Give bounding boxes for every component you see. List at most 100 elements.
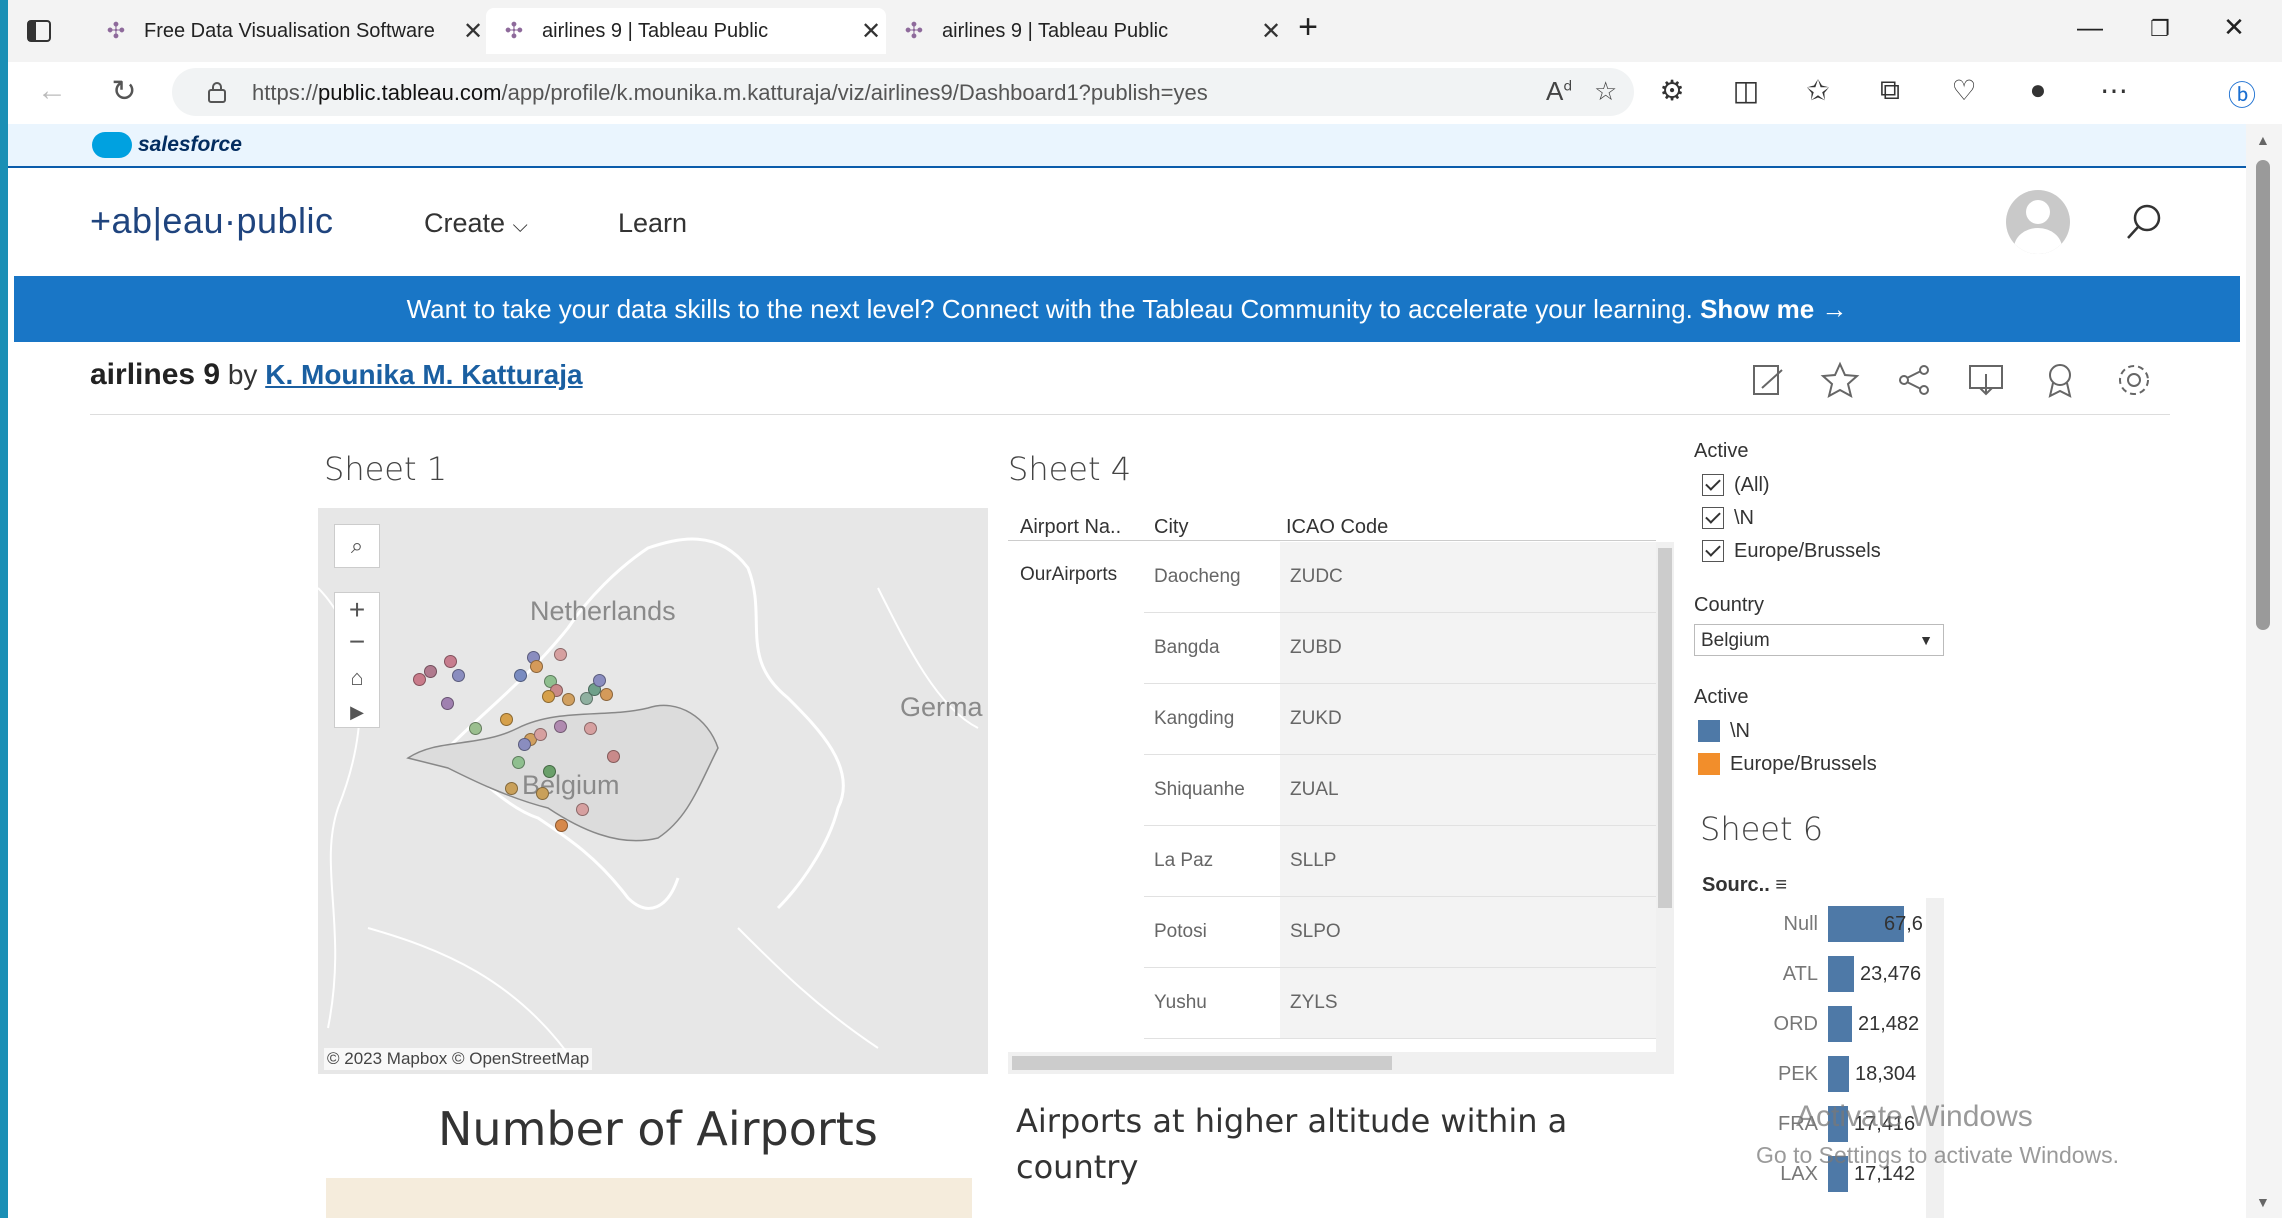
search-icon[interactable] [2124,202,2164,242]
table-row[interactable]: Bangda ZUBD [1144,613,1656,684]
browser-essentials-icon[interactable]: ♡ [1944,74,1984,107]
map-airport-point[interactable] [444,655,457,668]
sort-icon[interactable]: ≡ [1775,874,1787,896]
table-row[interactable]: La Paz SLLP [1144,826,1656,897]
sheet6-column-header[interactable]: Sourc.. ≡ [1702,874,1787,897]
bar-mark[interactable] [1828,1056,1849,1092]
table-row[interactable]: Potosi SLPO [1144,897,1656,968]
nav-create[interactable]: Create ⌵ [424,208,528,239]
read-aloud-icon[interactable]: Aⅾ [1546,76,1572,107]
sheet6-vscroll[interactable] [1926,898,1944,1218]
map-airport-point[interactable] [512,756,525,769]
nav-learn[interactable]: Learn [618,208,687,239]
table-vscroll[interactable] [1656,542,1674,1074]
map-airport-point[interactable] [530,660,543,673]
tableau-public-logo[interactable]: +ab|eau·public [90,200,334,242]
back-icon[interactable]: ← [32,74,72,108]
scroll-down-icon[interactable]: ▼ [2256,1194,2270,1210]
salesforce-label[interactable]: salesforce [138,133,242,157]
map-airport-point[interactable] [543,765,556,778]
favorites-icon[interactable]: ✩ [1798,74,1838,107]
scroll-up-icon[interactable]: ▲ [2256,132,2270,148]
map-airport-point[interactable] [518,738,531,751]
vertical-scrollbar[interactable]: ▲ ▼ [2246,124,2282,1218]
map-airport-point[interactable] [607,750,620,763]
map-airport-point[interactable] [514,669,527,682]
checkbox-n[interactable] [1702,507,1724,529]
tab-actions-icon[interactable] [24,16,54,46]
split-screen-icon[interactable]: ◫ [1726,74,1766,107]
favorite-star-icon[interactable] [1820,360,1860,400]
tab-airlines-9[interactable]: ✣ airlines 9 | Tableau Public ✕ [886,8,1286,54]
map-airport-point[interactable] [554,720,567,733]
close-tab-icon[interactable]: ✕ [1256,17,1286,46]
zoom-in-icon[interactable]: + [335,593,379,627]
map-airport-point[interactable] [593,674,606,687]
show-me-link[interactable]: Show me → [1700,294,1847,324]
zoom-out-icon[interactable]: − [335,627,379,661]
close-tab-icon[interactable]: ✕ [856,17,886,46]
map-airport-point[interactable] [554,648,567,661]
table-row[interactable]: Shiquanhe ZUAL [1144,755,1656,826]
sheet1-map[interactable]: Netherlands Belgium Germa ⌕ + − ⌂ ▶ © 20… [318,508,988,1074]
map-airport-point[interactable] [505,782,518,795]
table-row[interactable]: Kangding ZUKD [1144,684,1656,755]
legend-item-europe-brussels[interactable]: Europe/Brussels [1730,753,1877,776]
map-airport-point[interactable] [576,803,589,816]
minimize-icon[interactable]: — [2070,12,2110,43]
legend-item-n[interactable]: \N [1730,720,1750,743]
map-airport-point[interactable] [441,697,454,710]
more-icon[interactable]: ⋯ [2094,74,2134,107]
refresh-icon[interactable]: ↻ [104,74,144,109]
favorite-star-icon[interactable]: ☆ [1594,76,1617,107]
url-text[interactable]: https://public.tableau.com/app/profile/k… [252,80,1208,106]
map-airport-point[interactable] [542,690,555,703]
avatar[interactable] [2006,190,2070,254]
address-bar[interactable]: https://public.tableau.com/app/profile/k… [172,68,1634,116]
map-airport-point[interactable] [424,665,437,678]
bar-mark[interactable] [1828,1006,1852,1042]
filter-item-n[interactable]: \N [1734,507,1754,530]
map-airport-point[interactable] [562,693,575,706]
extensions-icon[interactable]: ⚙ [1652,74,1692,107]
map-airport-point[interactable] [452,669,465,682]
collections-icon[interactable]: ⧉ [1870,74,1910,107]
restore-icon[interactable]: ❐ [2140,16,2180,42]
copilot-icon[interactable]: ⓑ [2222,74,2262,114]
lock-icon[interactable] [206,80,228,104]
column-header-icao[interactable]: ICAO Code [1286,516,1388,539]
share-icon[interactable] [1894,360,1934,400]
download-icon[interactable] [1966,360,2006,400]
table-row[interactable]: Yushu ZYLS [1144,968,1656,1039]
close-tab-icon[interactable]: ✕ [458,17,488,46]
edit-viz-icon[interactable] [1748,360,1788,400]
author-link[interactable]: K. Mounika M. Katturaja [265,359,582,390]
settings-gear-icon[interactable] [2114,360,2154,400]
map-airport-point[interactable] [500,713,513,726]
new-tab-icon[interactable]: + [1288,8,1328,47]
close-window-icon[interactable]: ✕ [2214,12,2254,43]
country-dropdown[interactable]: Belgium ▼ [1694,624,1944,656]
tab-free-data-vis[interactable]: ✣ Free Data Visualisation Software ✕ [88,8,488,54]
map-airport-point[interactable] [534,728,547,741]
checkbox-all[interactable] [1702,474,1724,496]
map-airport-point[interactable] [536,787,549,800]
badge-icon[interactable] [2040,360,2080,400]
scrollbar-thumb[interactable] [2256,160,2270,630]
column-header-city[interactable]: City [1154,516,1188,539]
map-airport-point[interactable] [584,722,597,735]
map-airport-point[interactable] [469,722,482,735]
bar-mark[interactable] [1828,956,1854,992]
map-search-icon[interactable]: ⌕ [334,524,380,568]
checkbox-europe-brussels[interactable] [1702,540,1724,562]
table-row[interactable]: Daocheng ZUDC [1144,542,1656,613]
table-hscroll[interactable] [1008,1052,1656,1074]
map-airport-point[interactable] [600,688,613,701]
profile-icon[interactable]: ● [2018,74,2058,106]
column-header-airport[interactable]: Airport Na.. [1020,516,1121,539]
home-icon[interactable]: ⌂ [335,661,379,695]
play-icon[interactable]: ▶ [335,695,379,729]
map-airport-point[interactable] [555,819,568,832]
tab-airlines-9-active[interactable]: ✣ airlines 9 | Tableau Public ✕ [486,8,886,54]
filter-item-all[interactable]: (All) [1734,474,1770,497]
